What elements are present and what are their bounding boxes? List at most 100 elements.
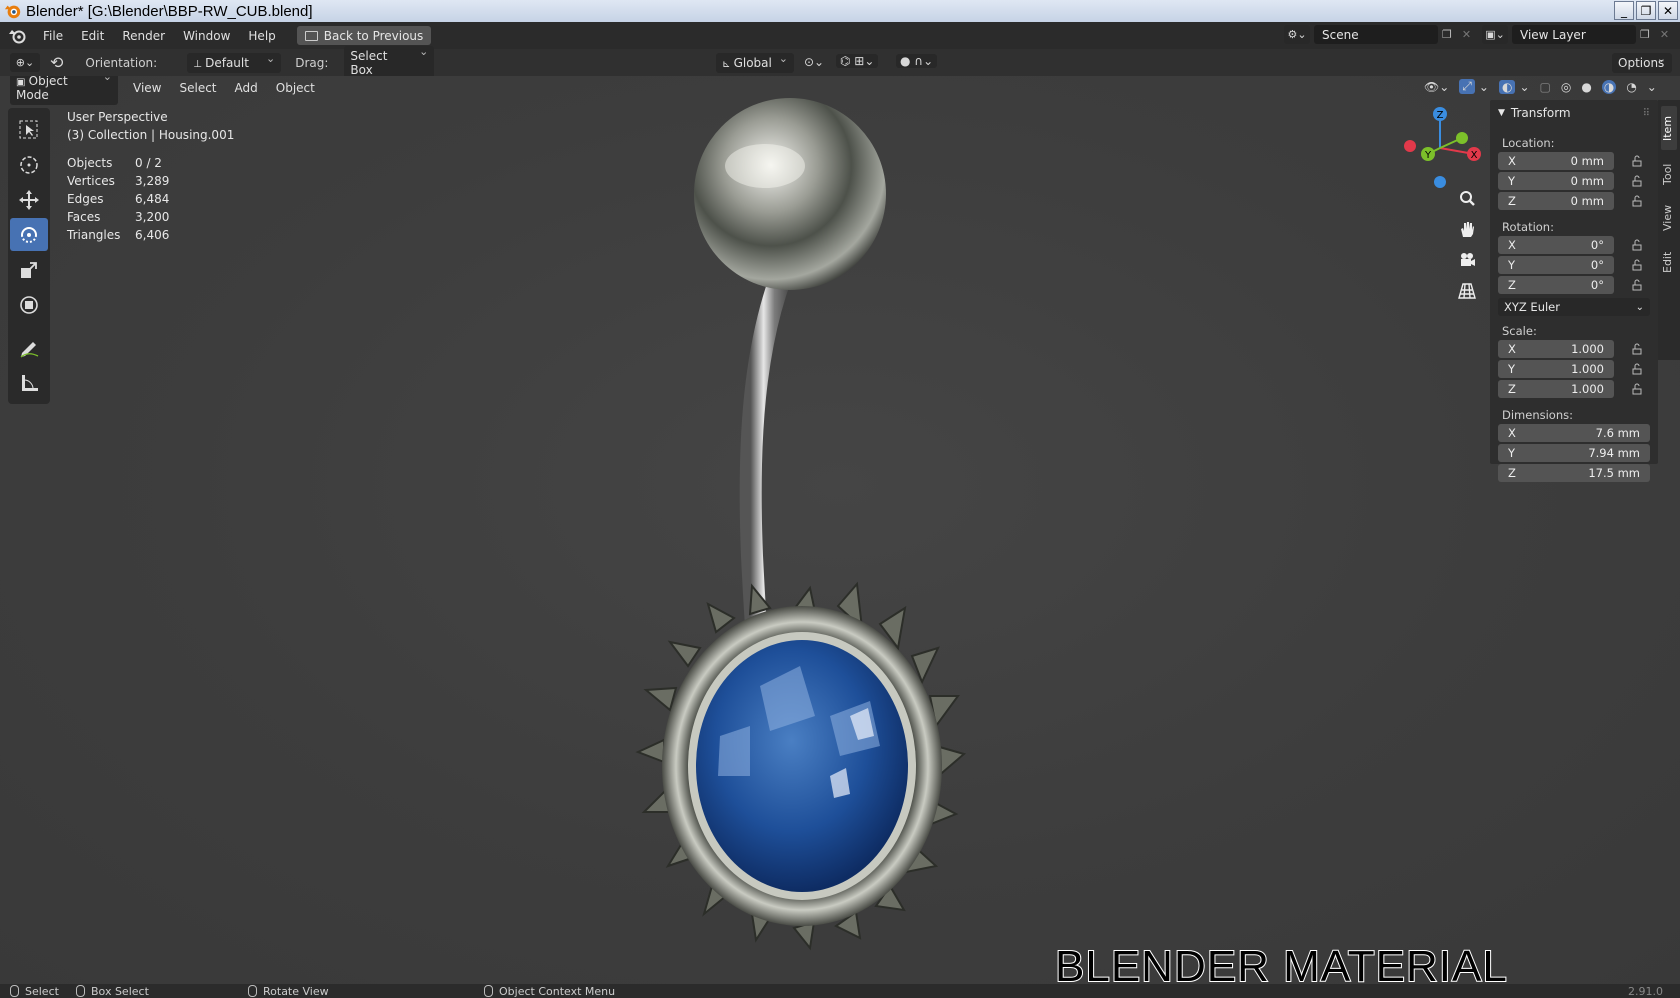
stat-row: Edges 6,484 [67,190,234,208]
visibility-eye-icon[interactable]: 👁⌄ [1424,80,1449,94]
scene-copy-icon[interactable]: ❐ [1442,28,1452,41]
view-layer-remove-icon[interactable]: ✕ [1660,28,1669,41]
proportional-edit-icon[interactable]: ● ∩⌄ [896,54,938,68]
rotation-mode-dropdown[interactable]: XYZ Euler ⌄ [1498,298,1650,316]
drag-dropdown[interactable]: Select Box [344,45,435,80]
screen-back-icon [304,30,318,41]
select-box-icon [19,120,38,138]
mode-dropdown[interactable]: ▣ Object Mode [10,76,118,105]
3d-viewport[interactable]: ▣ Object Mode View Select Add Object 👁⌄ … [0,76,1680,984]
location-z-field[interactable]: Z 0 mm [1498,191,1614,210]
pan-view-hand-icon[interactable] [1453,215,1481,243]
lock-icon[interactable] [1628,278,1646,292]
drag-mouse-icon [76,985,85,997]
lock-icon[interactable] [1628,362,1646,376]
rotation-z-field[interactable]: Z 0° [1498,275,1614,294]
orientation-dropdown[interactable]: ⊥ Default [187,52,282,73]
view-layer-copy-icon[interactable]: ❐ [1640,28,1650,41]
pivot-point-icon[interactable]: ⊙⌄ [804,55,824,69]
measure-tool[interactable] [10,366,48,399]
transform-tool[interactable] [10,288,48,321]
minimize-button[interactable]: _ [1614,1,1634,20]
shading-wireframe-icon[interactable]: ◎ [1561,80,1571,94]
tab-tool[interactable]: Tool [1661,154,1677,194]
location-y-field[interactable]: Y 0 mm [1498,171,1614,190]
shading-material-preview-icon[interactable]: ◑ [1601,79,1617,94]
menu-help[interactable]: Help [239,29,284,43]
select-box-tool[interactable] [10,113,48,146]
perspective-toggle-grid-icon[interactable] [1453,277,1481,305]
status-rotate-view: Rotate View [263,984,329,998]
lock-icon[interactable] [1628,174,1646,188]
belly-ring-model[interactable] [600,76,1020,984]
back-to-previous-button[interactable]: Back to Previous [296,26,432,45]
options-dropdown[interactable]: Options [1612,52,1672,73]
scale-tool[interactable] [10,253,48,286]
shading-solid-icon[interactable]: ● [1581,80,1591,94]
dimensions-z-field[interactable]: Z 17.5 mm [1498,463,1650,482]
shading-rendered-icon[interactable]: ◔ [1626,80,1636,94]
menu-file[interactable]: File [34,29,72,43]
lock-icon[interactable] [1628,238,1646,252]
dimensions-y-field[interactable]: Y 7.94 mm [1498,443,1650,462]
object-mode-icon: ▣ [16,77,29,88]
close-window-button[interactable]: ✕ [1658,1,1678,20]
axis-label: Z [1508,381,1516,396]
rotation-y-field[interactable]: Y 0° [1498,255,1614,274]
stat-label: Edges [67,192,104,206]
location-y-row: Y 0 mm [1498,171,1658,190]
tab-view[interactable]: View [1661,198,1677,238]
dimensions-x-field[interactable]: X 7.6 mm [1498,423,1650,442]
lock-icon[interactable] [1628,154,1646,168]
drag-grip-icon[interactable]: ⠿ [1643,108,1650,119]
dimensions-y-row: Y 7.94 mm [1498,443,1658,462]
view-layer-field[interactable]: View Layer [1512,25,1636,44]
zoom-view-icon[interactable] [1453,184,1481,212]
orientation-value: Default [205,55,249,70]
scale-icon [21,261,37,278]
snap-toggle-icon[interactable]: ⌬ ⊞⌄ [836,54,879,68]
move-tool[interactable] [10,183,48,216]
scene-selector-icon[interactable]: ⚙⌄ [1284,25,1310,44]
overlays-toggle-icon[interactable]: ◐ [1498,79,1516,94]
camera-view-icon[interactable] [1453,246,1481,274]
axis-label: Y [1508,257,1516,272]
viewport-menu-select[interactable]: Select [170,81,225,95]
lock-icon[interactable] [1628,382,1646,396]
viewport-menu-add[interactable]: Add [226,81,267,95]
location-x-field[interactable]: X 0 mm [1498,151,1614,170]
scene-field[interactable]: Scene [1314,25,1438,44]
viewport-menu-view[interactable]: View [124,81,170,95]
gizmo-toggle-icon[interactable]: ⤢ [1459,79,1475,94]
active-tool-icon[interactable]: ⟲ [50,53,63,72]
shading-options-icon[interactable]: ⌄ [1647,80,1657,94]
viewport-menu-object[interactable]: Object [267,81,324,95]
transform-icon [20,295,38,314]
menu-render[interactable]: Render [113,29,174,43]
xray-toggle-icon[interactable]: ▢ [1540,80,1551,94]
transform-orientation-dropdown[interactable]: ⊾ Global [716,52,794,73]
transform-section-header[interactable]: ▼ Transform ⠿ [1490,100,1658,126]
menu-edit[interactable]: Edit [72,29,113,43]
editor-type-icon[interactable]: ⊕⌄ [10,53,40,72]
rotate-tool[interactable] [10,218,48,251]
scale-z-field[interactable]: Z 1.000 [1498,379,1614,398]
blender-version: 2.91.0 [1628,984,1663,998]
annotate-tool[interactable] [10,331,48,364]
blender-menu-icon[interactable] [8,28,28,44]
scale-y-row: Y 1.000 [1498,359,1658,378]
view-layer-selector-icon[interactable]: ▣⌄ [1482,25,1508,44]
restore-button[interactable]: ❐ [1636,1,1656,20]
scale-y-field[interactable]: Y 1.000 [1498,359,1614,378]
scene-remove-icon[interactable]: ✕ [1462,28,1471,41]
scale-x-field[interactable]: X 1.000 [1498,339,1614,358]
navigation-gizmo[interactable]: Z X Y [1396,102,1486,192]
tab-edit[interactable]: Edit [1661,242,1677,282]
lock-icon[interactable] [1628,342,1646,356]
cursor-tool[interactable] [10,148,48,181]
lock-icon[interactable] [1628,194,1646,208]
rotation-x-field[interactable]: X 0° [1498,235,1614,254]
menu-window[interactable]: Window [174,29,239,43]
lock-icon[interactable] [1628,258,1646,272]
tab-item[interactable]: Item [1661,106,1677,150]
